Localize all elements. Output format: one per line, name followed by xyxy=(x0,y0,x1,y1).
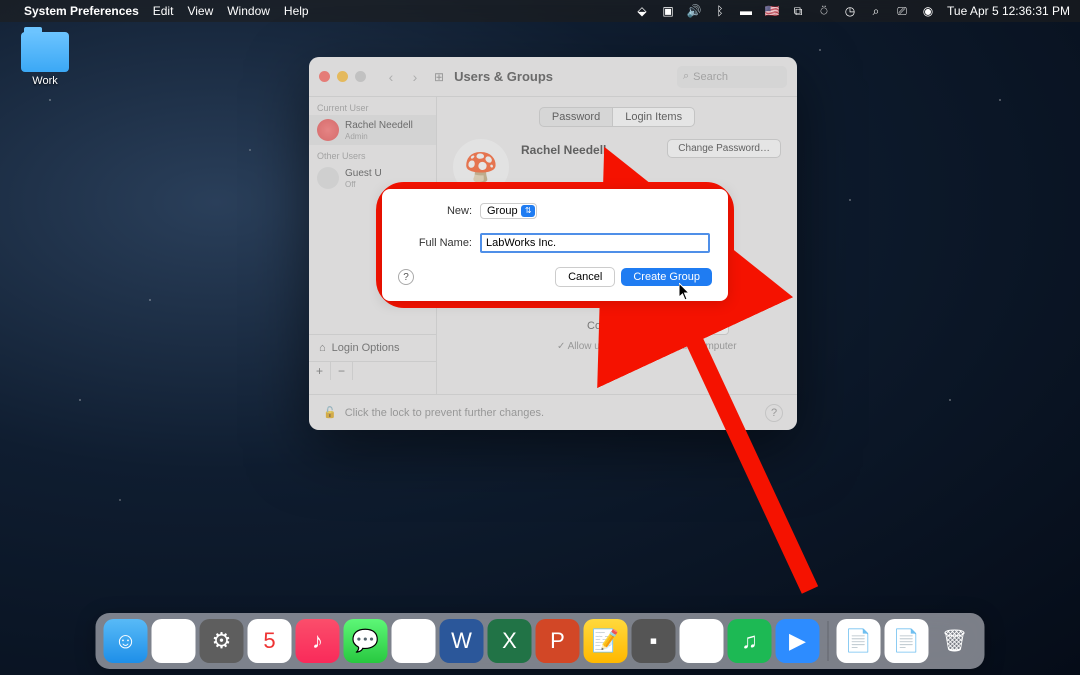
search-placeholder: Search xyxy=(693,71,728,83)
sidebar-guest-name: Guest U xyxy=(345,168,382,180)
chevron-updown-icon: ⇅ xyxy=(525,206,532,215)
open-contacts-button[interactable]: Open… xyxy=(669,317,729,335)
help-button[interactable]: ? xyxy=(765,404,783,422)
menu-view[interactable]: View xyxy=(187,4,213,18)
dock-chrome[interactable]: ◉ xyxy=(392,619,436,663)
sidebar-user-role: Admin xyxy=(345,132,413,141)
dock-excel[interactable]: X xyxy=(488,619,532,663)
avatar-icon xyxy=(317,119,339,141)
sidebar-user-name: Rachel Needell xyxy=(345,120,413,132)
create-group-button[interactable]: Create Group xyxy=(621,268,712,286)
dock-notes[interactable]: 📝 xyxy=(584,619,628,663)
dock-file-1[interactable]: 📄 xyxy=(837,619,881,663)
menubar: System Preferences Edit View Window Help… xyxy=(0,0,1080,22)
window-zoom-button[interactable] xyxy=(355,71,366,82)
wifi-icon[interactable]: ⧉ xyxy=(791,4,805,18)
dock-separator xyxy=(828,621,829,661)
window-title: Users & Groups xyxy=(454,69,553,84)
window-titlebar[interactable]: ‹ › ⊞ Users & Groups ⌕ Search xyxy=(309,57,797,97)
sidebar-guest-role: Off xyxy=(345,180,382,189)
select-value: Group xyxy=(487,205,518,217)
lock-text: Click the lock to prevent further change… xyxy=(345,407,544,419)
sync-icon[interactable]: ▣ xyxy=(661,4,675,18)
sheet-help-button[interactable]: ? xyxy=(398,269,414,285)
volume-icon[interactable]: 🔊 xyxy=(687,4,701,18)
user-avatar[interactable]: 🍄 xyxy=(453,139,509,195)
dock-messages[interactable]: 💬 xyxy=(344,619,388,663)
menubar-app-name[interactable]: System Preferences xyxy=(24,4,139,18)
flag-icon[interactable]: 🇺🇸 xyxy=(765,4,779,18)
menu-help[interactable]: Help xyxy=(284,4,309,18)
search-field[interactable]: ⌕ Search xyxy=(677,66,787,88)
new-group-sheet: New: Group ⇅ Full Name: ? Cancel Create … xyxy=(382,189,728,301)
allow-admin-checkbox-label: ✓ Allow user to administer this computer xyxy=(557,341,737,352)
dock-spotify[interactable]: ♫ xyxy=(728,619,772,663)
search-icon: ⌕ xyxy=(683,70,689,83)
spotlight-icon[interactable]: ⌕ xyxy=(869,4,883,18)
tab-password[interactable]: Password xyxy=(539,107,613,127)
dock-slack[interactable]: ⁜ xyxy=(680,619,724,663)
dock-music[interactable]: ♪ xyxy=(296,619,340,663)
bluetooth-icon[interactable]: ᛒ xyxy=(713,4,727,18)
sidebar-other-label: Other Users xyxy=(309,145,436,163)
folder-icon xyxy=(21,32,69,72)
fullname-input[interactable] xyxy=(480,233,710,253)
user-display-name: Rachel Needell xyxy=(521,143,606,157)
tab-login-items[interactable]: Login Items xyxy=(613,107,695,127)
dropbox-icon[interactable]: ⬙ xyxy=(635,4,649,18)
dock-word[interactable]: W xyxy=(440,619,484,663)
desktop-folder-work[interactable]: Work xyxy=(15,32,75,87)
clock-icon[interactable]: ◷ xyxy=(843,4,857,18)
lock-bar: 🔓 Click the lock to prevent further chan… xyxy=(309,394,797,430)
dock-trash[interactable]: 🗑 xyxy=(933,619,977,663)
fullname-label: Full Name: xyxy=(400,237,472,249)
add-user-button[interactable]: + xyxy=(309,362,331,380)
menu-window[interactable]: Window xyxy=(227,4,270,18)
siri-icon[interactable]: ◉ xyxy=(921,4,935,18)
dock-powerpoint[interactable]: P xyxy=(536,619,580,663)
dock-zoom[interactable]: ▶ xyxy=(776,619,820,663)
control-center-icon[interactable]: ⎚ xyxy=(895,4,909,18)
remove-user-button[interactable]: − xyxy=(331,362,353,380)
user-icon[interactable]: ⍥ xyxy=(817,4,831,18)
sidebar-current-user[interactable]: Rachel Needell Admin xyxy=(309,115,436,145)
dock-finder[interactable]: ☺ xyxy=(104,619,148,663)
dock-calendar[interactable]: 5 xyxy=(248,619,292,663)
new-label: New: xyxy=(400,205,472,217)
contacts-card-label: Contacts Card: xyxy=(587,320,660,332)
lock-icon[interactable]: 🔓 xyxy=(323,406,337,419)
change-password-button[interactable]: Change Password… xyxy=(667,139,781,158)
dock: ☺ ⊞ ⚙ 5 ♪ 💬 ◉ W X P 📝 ▪ ⁜ ♫ ▶ 📄 📄 🗑 xyxy=(96,613,985,669)
dock-system-preferences[interactable]: ⚙ xyxy=(200,619,244,663)
nav-back-button[interactable]: ‹ xyxy=(380,67,402,87)
dock-file-2[interactable]: 📄 xyxy=(885,619,929,663)
login-options-label: Login Options xyxy=(332,342,400,354)
avatar-icon xyxy=(317,167,339,189)
new-account-type-select[interactable]: Group ⇅ xyxy=(480,203,537,219)
folder-label: Work xyxy=(15,75,75,87)
menubar-datetime[interactable]: Tue Apr 5 12:36:31 PM xyxy=(947,4,1070,18)
menu-edit[interactable]: Edit xyxy=(153,4,174,18)
battery-icon[interactable]: ▬ xyxy=(739,4,753,18)
show-all-button[interactable]: ⊞ xyxy=(434,70,444,84)
nav-forward-button[interactable]: › xyxy=(404,67,426,87)
dock-terminal[interactable]: ▪ xyxy=(632,619,676,663)
login-options-button[interactable]: ⌂ Login Options xyxy=(309,335,437,361)
home-icon: ⌂ xyxy=(319,342,326,354)
window-close-button[interactable] xyxy=(319,71,330,82)
mouse-cursor-icon xyxy=(679,283,692,304)
cancel-button[interactable]: Cancel xyxy=(555,267,615,287)
dock-launchpad[interactable]: ⊞ xyxy=(152,619,196,663)
sidebar-current-label: Current User xyxy=(309,97,436,115)
window-minimize-button[interactable] xyxy=(337,71,348,82)
